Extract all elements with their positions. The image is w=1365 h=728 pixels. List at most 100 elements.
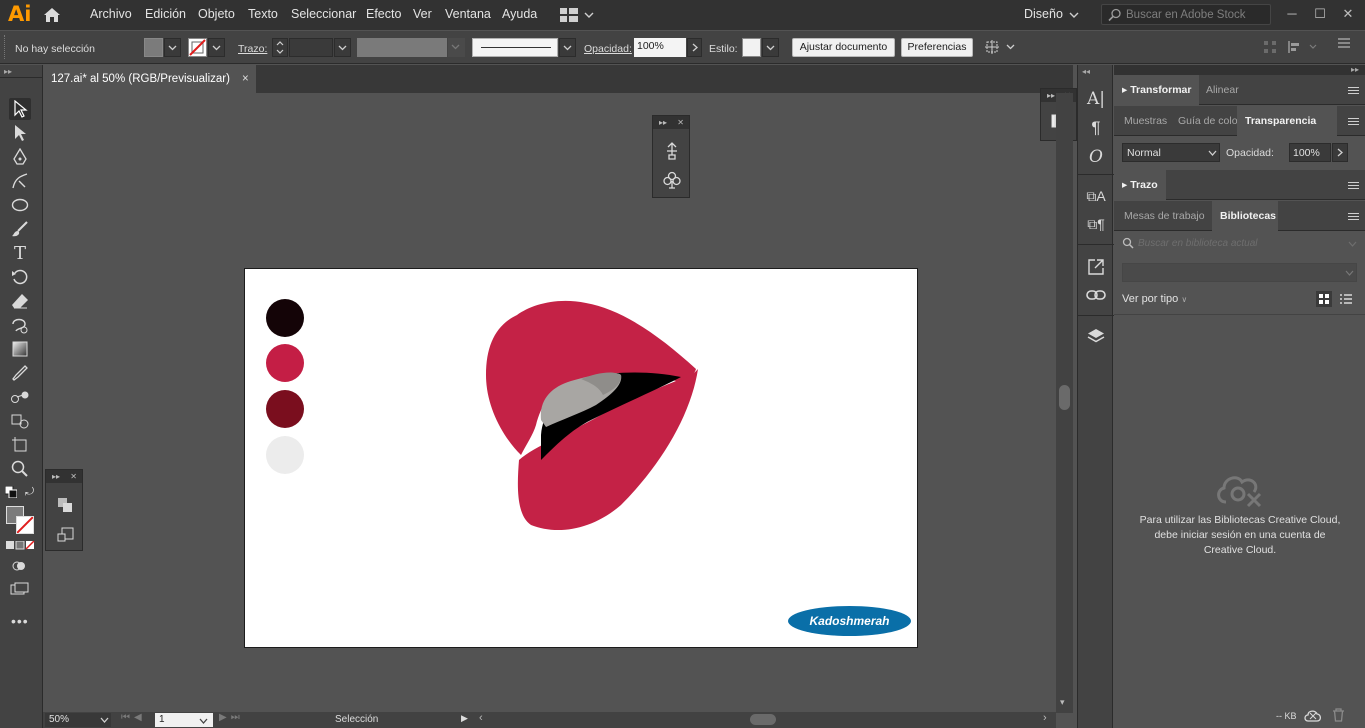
arrange-documents-icon[interactable] bbox=[560, 8, 594, 22]
stroke-none-swatch[interactable] bbox=[188, 38, 207, 57]
symbol-sprayer-tool[interactable] bbox=[9, 410, 31, 432]
ellipse-tool[interactable] bbox=[9, 194, 31, 216]
paintbrush-tool[interactable] bbox=[9, 218, 31, 240]
screen-mode-icon[interactable] bbox=[10, 582, 30, 599]
chevron-down-icon[interactable] bbox=[1069, 11, 1079, 19]
first-prev-artboard-buttons[interactable]: ⏮◀ bbox=[121, 712, 146, 723]
pathfinder-icon[interactable] bbox=[57, 497, 73, 516]
scroll-right-icon[interactable]: › bbox=[1043, 712, 1047, 724]
drawing-modes-icon[interactable] bbox=[11, 559, 27, 576]
paragraph-panel-icon[interactable]: ¶ bbox=[1084, 116, 1108, 140]
blend-mode-select[interactable]: Normal bbox=[1122, 143, 1220, 162]
control-bar-grip[interactable] bbox=[4, 35, 7, 59]
scroll-down-icon[interactable]: ▾ bbox=[1060, 697, 1065, 708]
color-swatch-circle[interactable] bbox=[266, 390, 304, 428]
next-last-artboard-buttons[interactable]: ▶⏭ bbox=[219, 712, 244, 723]
menu-edicion[interactable]: Edición bbox=[145, 7, 186, 21]
lips-illustration[interactable] bbox=[481, 295, 701, 535]
menu-texto[interactable]: Texto bbox=[248, 7, 278, 21]
curvature-tool[interactable] bbox=[9, 170, 31, 192]
color-swatch-circle[interactable] bbox=[266, 299, 304, 337]
close-document-icon[interactable]: × bbox=[242, 73, 249, 85]
horizontal-scroll-thumb[interactable] bbox=[750, 714, 776, 725]
align-to-artboard-icon[interactable] bbox=[57, 527, 74, 547]
menu-archivo[interactable]: Archivo bbox=[90, 7, 132, 21]
variable-width-dropdown[interactable] bbox=[448, 38, 465, 57]
default-colors-icon[interactable] bbox=[4, 485, 18, 501]
opacity-label[interactable]: Opacidad: bbox=[584, 43, 632, 55]
gradient-tool[interactable] bbox=[9, 338, 31, 360]
tab-swatches[interactable]: Muestras bbox=[1116, 106, 1175, 136]
menu-ver[interactable]: Ver bbox=[413, 7, 432, 21]
brush-dropdown[interactable] bbox=[559, 38, 576, 57]
transform-options-icon[interactable] bbox=[983, 38, 1017, 56]
stroke-weight-dropdown[interactable] bbox=[334, 38, 351, 57]
type-tool[interactable]: T bbox=[9, 242, 31, 264]
stroke-label[interactable]: Trazo: bbox=[238, 43, 267, 55]
artboard-tool[interactable] bbox=[9, 434, 31, 456]
stroke-weight-stepper[interactable] bbox=[272, 38, 288, 57]
preferences-button[interactable]: Preferencias bbox=[901, 38, 973, 57]
panel-menu-icon[interactable] bbox=[1348, 87, 1359, 96]
expand-panel-icon[interactable]: ▸▸ bbox=[1047, 89, 1055, 102]
blend-tool[interactable] bbox=[9, 386, 31, 408]
close-panel-icon[interactable]: ✕ bbox=[677, 116, 684, 129]
graphic-style-swatch[interactable] bbox=[742, 38, 761, 57]
artboard-number-dropdown[interactable] bbox=[199, 716, 208, 728]
stroke-dropdown[interactable] bbox=[208, 38, 225, 57]
expand-panel-icon[interactable]: ▸▸ bbox=[52, 470, 60, 483]
eraser-tool[interactable] bbox=[9, 290, 31, 312]
library-search-dropdown[interactable] bbox=[1348, 239, 1357, 251]
warp-tool[interactable] bbox=[9, 314, 31, 336]
brush-definition[interactable] bbox=[472, 38, 558, 57]
workspace-switcher[interactable]: Diseño bbox=[1024, 7, 1063, 21]
view-by-type[interactable]: Ver por tipo ∨ bbox=[1122, 293, 1187, 305]
export-assets-icon[interactable] bbox=[1084, 255, 1108, 279]
fill-swatch[interactable] bbox=[144, 38, 163, 57]
color-swatch-circle[interactable] bbox=[266, 344, 304, 382]
tools-collapse-icon[interactable]: ▸▸ bbox=[4, 67, 12, 76]
transparency-opacity-expand[interactable] bbox=[1332, 143, 1348, 162]
eyedropper-tool[interactable] bbox=[9, 362, 31, 384]
close-window-button[interactable]: ✕ bbox=[1340, 6, 1356, 22]
trash-icon[interactable] bbox=[1332, 708, 1345, 722]
stock-search-input[interactable]: Buscar en Adobe Stock bbox=[1101, 4, 1271, 25]
color-mode-icons[interactable] bbox=[6, 540, 36, 553]
panel-menu-icon[interactable] bbox=[1348, 118, 1359, 127]
library-select[interactable] bbox=[1122, 263, 1357, 282]
artboard[interactable]: Kadoshmerah bbox=[244, 268, 918, 648]
variable-width-profile[interactable] bbox=[357, 38, 447, 57]
edit-toolbar-icon[interactable]: ••• bbox=[11, 613, 29, 629]
minimize-button[interactable]: ─ bbox=[1284, 6, 1300, 22]
cloud-sync-icon[interactable] bbox=[1304, 709, 1322, 723]
document-tab[interactable]: 127.ai* al 50% (RGB/Previsualizar) × bbox=[43, 65, 256, 93]
menu-efecto[interactable]: Efecto bbox=[366, 7, 401, 21]
layers-panel-icon[interactable] bbox=[1084, 324, 1108, 348]
maximize-button[interactable]: ☐ bbox=[1312, 6, 1328, 22]
opentype-panel-icon[interactable]: O bbox=[1084, 145, 1108, 169]
swap-colors-icon[interactable]: ⤾ bbox=[25, 486, 34, 499]
graphic-style-dropdown[interactable] bbox=[762, 38, 779, 57]
menu-seleccionar[interactable]: Seleccionar bbox=[291, 7, 356, 21]
club-symbol-icon[interactable] bbox=[663, 171, 681, 192]
collapse-dock-icon[interactable]: ▸▸ bbox=[1351, 65, 1359, 74]
links-panel-icon[interactable] bbox=[1084, 283, 1108, 307]
vertical-scroll-thumb[interactable] bbox=[1059, 385, 1070, 410]
tab-transform[interactable]: ▸ Transformar bbox=[1114, 75, 1200, 105]
zoom-tool[interactable] bbox=[9, 458, 31, 480]
rotate-tool[interactable] bbox=[9, 266, 31, 288]
direct-selection-tool[interactable] bbox=[9, 122, 31, 144]
scroll-left-icon[interactable]: ‹ bbox=[479, 712, 483, 724]
menu-ventana[interactable]: Ventana bbox=[445, 7, 491, 21]
expand-panel-icon[interactable]: ▸▸ bbox=[659, 116, 667, 129]
tab-stroke[interactable]: ▸ Trazo bbox=[1114, 170, 1166, 200]
character-panel-icon[interactable]: A| bbox=[1084, 87, 1108, 111]
library-search-input[interactable]: Buscar en biblioteca actual bbox=[1138, 238, 1258, 249]
tab-artboards[interactable]: Mesas de trabajo bbox=[1116, 201, 1213, 231]
opacity-expand[interactable] bbox=[687, 38, 702, 57]
selection-tool[interactable] bbox=[9, 98, 31, 120]
pen-tool[interactable] bbox=[9, 146, 31, 168]
home-icon[interactable] bbox=[42, 5, 62, 25]
stroke-color-box[interactable] bbox=[16, 516, 34, 534]
close-panel-icon[interactable]: ✕ bbox=[70, 470, 77, 483]
